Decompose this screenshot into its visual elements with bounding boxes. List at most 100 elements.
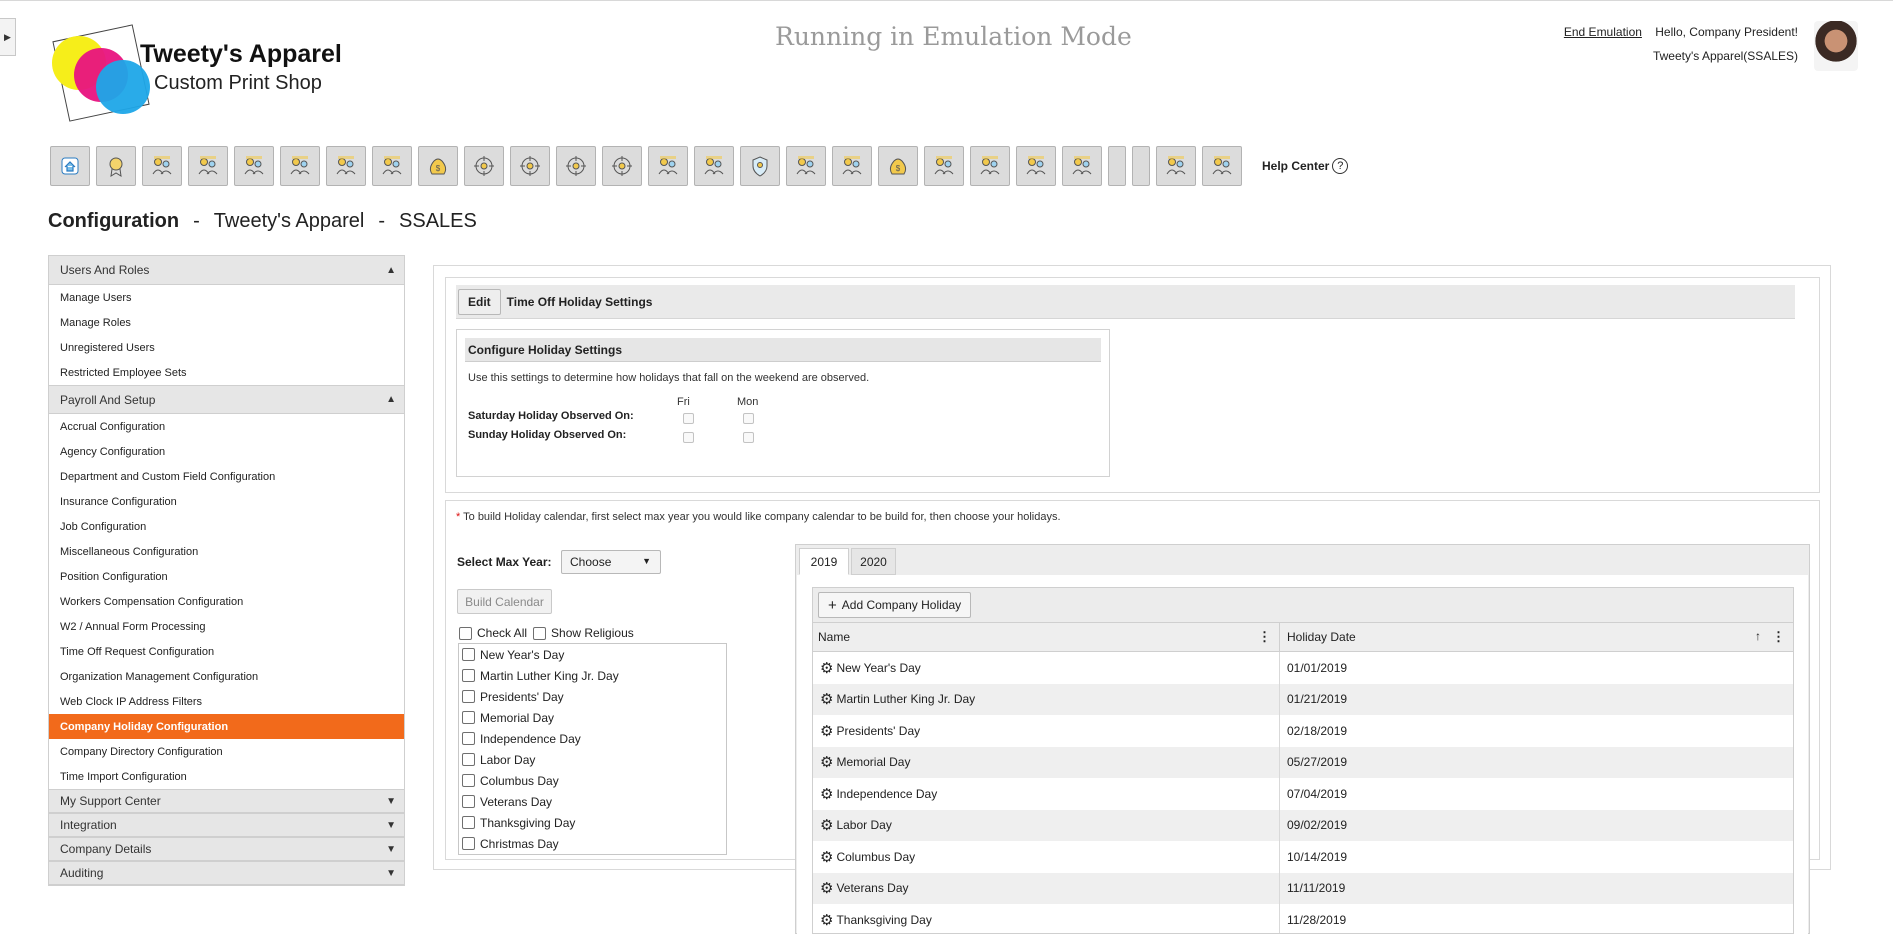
holiday-checkbox[interactable] — [462, 669, 475, 682]
sidebar-section-collapsed[interactable]: My Support Center ▼ — [49, 789, 404, 813]
sidebar-item[interactable]: W2 / Annual Form Processing — [49, 614, 404, 639]
sidebar-item[interactable]: Manage Users — [49, 285, 404, 310]
toolbar-button-2[interactable] — [96, 146, 136, 186]
toolbar-button-15[interactable] — [694, 146, 734, 186]
holiday-checkbox[interactable] — [462, 795, 475, 808]
gear-icon[interactable]: ⚙ — [820, 879, 833, 897]
gear-icon[interactable]: ⚙ — [820, 785, 833, 803]
holiday-checklist-item[interactable]: Christmas Day — [459, 833, 726, 854]
holiday-checklist-item[interactable]: New Year's Day — [459, 644, 726, 665]
column-menu-icon[interactable]: ⋮ — [1772, 629, 1785, 645]
company-logo[interactable]: Tweety's Apparel Custom Print Shop — [52, 24, 372, 122]
sidebar-item[interactable]: Restricted Employee Sets — [49, 360, 404, 385]
sidebar-item[interactable]: Web Clock IP Address Filters — [49, 689, 404, 714]
gear-icon[interactable]: ⚙ — [820, 911, 833, 929]
table-row[interactable]: ⚙ New Year's Day 01/01/2019 — [813, 652, 1793, 684]
table-row[interactable]: ⚙ Martin Luther King Jr. Day 01/21/2019 — [813, 683, 1793, 715]
sort-ascending-icon[interactable]: ↑ — [1755, 629, 1761, 643]
sidebar-item[interactable]: Position Configuration — [49, 564, 404, 589]
column-menu-icon[interactable]: ⋮ — [1258, 629, 1271, 645]
toolbar-button-9[interactable]: $ — [418, 146, 458, 186]
check-all-checkbox[interactable] — [459, 626, 472, 640]
sidebar-item[interactable]: Job Configuration — [49, 514, 404, 539]
toolbar-button-10[interactable] — [464, 146, 504, 186]
gear-icon[interactable]: ⚙ — [820, 816, 833, 834]
sidebar-item[interactable]: Workers Compensation Configuration — [49, 589, 404, 614]
sidebar-toggle-button[interactable]: ▶ — [0, 18, 16, 56]
sunday-fri-checkbox[interactable] — [683, 432, 694, 443]
holiday-checklist[interactable]: New Year's Day Martin Luther King Jr. Day… — [458, 643, 727, 855]
sidebar-item[interactable]: Time Off Request Configuration — [49, 639, 404, 664]
toolbar-button-16[interactable] — [740, 146, 780, 186]
sidebar-item[interactable]: Manage Roles — [49, 310, 404, 335]
table-row[interactable]: ⚙ Columbus Day 10/14/2019 — [813, 841, 1793, 873]
sidebar-section-collapsed[interactable]: Auditing ▼ — [49, 861, 404, 885]
edit-button[interactable]: Edit — [458, 288, 501, 315]
max-year-select[interactable]: Choose ▼ — [561, 550, 661, 574]
column-header-date[interactable]: Holiday Date ↑ ⋮ — [1280, 623, 1793, 651]
toolbar-button-8[interactable] — [372, 146, 412, 186]
add-company-holiday-button[interactable]: + Add Company Holiday — [818, 592, 972, 618]
toolbar-button-24[interactable] — [1108, 146, 1126, 186]
sidebar-section-collapsed[interactable]: Integration ▼ — [49, 813, 404, 837]
holiday-checkbox[interactable] — [462, 753, 475, 766]
holiday-checkbox[interactable] — [462, 711, 475, 724]
toolbar-button-7[interactable] — [326, 146, 366, 186]
toolbar-button-25[interactable] — [1132, 146, 1150, 186]
toolbar-button-1[interactable] — [50, 146, 90, 186]
table-row[interactable]: ⚙ Independence Day 07/04/2019 — [813, 778, 1793, 810]
holiday-checklist-item[interactable]: Martin Luther King Jr. Day — [459, 665, 726, 686]
toolbar-button-4[interactable] — [188, 146, 228, 186]
sidebar-item[interactable]: Agency Configuration — [49, 439, 404, 464]
sidebar-item[interactable]: Company Directory Configuration — [49, 739, 404, 764]
toolbar-button-26[interactable] — [1156, 146, 1196, 186]
saturday-mon-checkbox[interactable] — [743, 413, 754, 424]
holiday-checkbox[interactable] — [462, 774, 475, 787]
toolbar-button-27[interactable] — [1202, 146, 1242, 186]
toolbar-button-3[interactable] — [142, 146, 182, 186]
sidebar-section-users-roles[interactable]: Users And Roles ▲ — [49, 256, 404, 285]
holiday-checklist-item[interactable]: Memorial Day — [459, 707, 726, 728]
gear-icon[interactable]: ⚙ — [820, 753, 833, 771]
saturday-fri-checkbox[interactable] — [683, 413, 694, 424]
toolbar-button-13[interactable] — [602, 146, 642, 186]
end-emulation-link[interactable]: End Emulation — [1564, 25, 1642, 39]
avatar[interactable] — [1814, 21, 1858, 71]
holiday-checkbox[interactable] — [462, 732, 475, 745]
tab-2020[interactable]: 2020 — [851, 548, 896, 575]
holiday-checklist-item[interactable]: Independence Day — [459, 728, 726, 749]
sidebar-section-collapsed[interactable]: Company Details ▼ — [49, 837, 404, 861]
holiday-checklist-item[interactable]: Veterans Day — [459, 791, 726, 812]
gear-icon[interactable]: ⚙ — [820, 690, 833, 708]
holiday-checkbox[interactable] — [462, 837, 475, 850]
toolbar-button-5[interactable] — [234, 146, 274, 186]
toolbar-button-19[interactable]: $ — [878, 146, 918, 186]
table-row[interactable]: ⚙ Veterans Day 11/11/2019 — [813, 872, 1793, 904]
show-religious-checkbox[interactable] — [533, 626, 547, 640]
toolbar-button-23[interactable] — [1062, 146, 1102, 186]
sunday-mon-checkbox[interactable] — [743, 432, 754, 443]
holiday-checklist-item[interactable]: Labor Day — [459, 749, 726, 770]
toolbar-button-18[interactable] — [832, 146, 872, 186]
table-row[interactable]: ⚙ Labor Day 09/02/2019 — [813, 809, 1793, 841]
sidebar-item[interactable]: Company Holiday Configuration — [49, 714, 404, 739]
toolbar-button-6[interactable] — [280, 146, 320, 186]
sidebar-item[interactable]: Insurance Configuration — [49, 489, 404, 514]
holiday-checkbox[interactable] — [462, 816, 475, 829]
sidebar-section-payroll[interactable]: Payroll And Setup ▲ — [49, 385, 404, 414]
sidebar-item[interactable]: Department and Custom Field Configuratio… — [49, 464, 404, 489]
sidebar-item[interactable]: Time Import Configuration — [49, 764, 404, 789]
toolbar-button-17[interactable] — [786, 146, 826, 186]
holiday-checklist-item[interactable]: Thanksgiving Day — [459, 812, 726, 833]
holiday-checklist-item[interactable]: Presidents' Day — [459, 686, 726, 707]
table-row[interactable]: ⚙ Memorial Day 05/27/2019 — [813, 746, 1793, 778]
help-center-link[interactable]: Help Center? — [1262, 158, 1349, 174]
table-row[interactable]: ⚙ Presidents' Day 02/18/2019 — [813, 715, 1793, 747]
sidebar-item[interactable]: Unregistered Users — [49, 335, 404, 360]
toolbar-button-22[interactable] — [1016, 146, 1056, 186]
tab-2019[interactable]: 2019 — [799, 548, 849, 575]
toolbar-button-21[interactable] — [970, 146, 1010, 186]
sidebar-item[interactable]: Miscellaneous Configuration — [49, 539, 404, 564]
holiday-checkbox[interactable] — [462, 690, 475, 703]
table-row[interactable]: ⚙ Thanksgiving Day 11/28/2019 — [813, 904, 1793, 933]
